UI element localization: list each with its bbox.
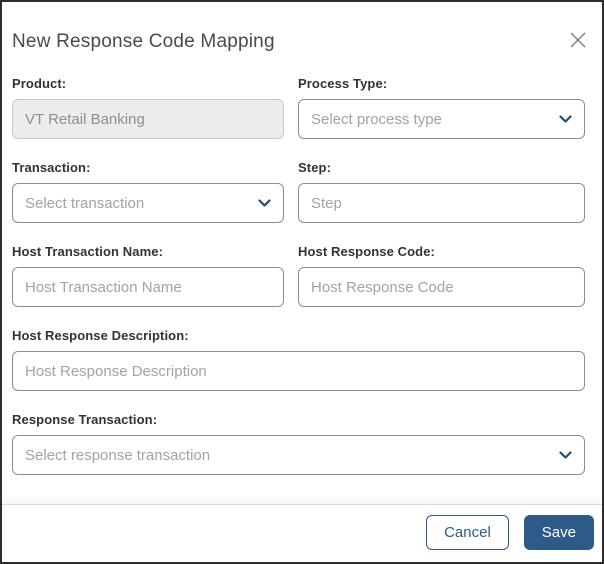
product-label: Product: [12, 76, 67, 91]
product-field-group: Product: [12, 76, 284, 139]
chevron-down-icon [558, 112, 572, 126]
host-response-code-field-group: Host Response Code: [298, 244, 585, 307]
step-field-group: Step: [298, 160, 585, 223]
close-button[interactable] [567, 29, 589, 51]
chevron-down-icon [558, 448, 572, 462]
host-transaction-name-field-group: Host Transaction Name: [12, 244, 284, 307]
response-transaction-field-group: Response Transaction: Select response tr… [12, 412, 585, 475]
close-icon [568, 30, 588, 50]
process-type-field-group: Process Type: Select process type [298, 76, 585, 139]
response-transaction-select-value: Select response transaction [25, 446, 211, 464]
process-type-select-value: Select process type [311, 110, 442, 128]
dialog-footer: Cancel Save [2, 504, 602, 562]
dialog-form: Product: Process Type: Select process ty… [2, 53, 602, 475]
transaction-field-group: Transaction: Select transaction [12, 160, 284, 223]
host-transaction-name-label: Host Transaction Name: [12, 244, 164, 259]
host-transaction-name-input[interactable] [12, 267, 284, 307]
transaction-label: Transaction: [12, 160, 91, 175]
response-transaction-label: Response Transaction: [12, 412, 158, 427]
host-response-description-field-group: Host Response Description: [12, 328, 585, 391]
host-response-description-label: Host Response Description: [12, 328, 189, 343]
response-transaction-select[interactable]: Select response transaction [12, 435, 585, 475]
process-type-label: Process Type: [298, 76, 388, 91]
cancel-button[interactable]: Cancel [426, 515, 509, 550]
transaction-select[interactable]: Select transaction [12, 183, 284, 223]
save-button[interactable]: Save [523, 515, 594, 550]
host-response-code-label: Host Response Code: [298, 244, 435, 259]
transaction-select-value: Select transaction [25, 194, 145, 212]
dialog-title: New Response Code Mapping [12, 31, 275, 52]
host-response-description-input[interactable] [12, 351, 585, 391]
step-label: Step: [298, 160, 331, 175]
host-response-code-input[interactable] [298, 267, 585, 307]
dialog-header: New Response Code Mapping [2, 2, 602, 53]
step-input[interactable] [298, 183, 585, 223]
process-type-select[interactable]: Select process type [298, 99, 585, 139]
chevron-down-icon [257, 196, 271, 210]
product-input [12, 99, 284, 139]
new-response-code-mapping-dialog: New Response Code Mapping Product: Proce… [0, 0, 604, 564]
